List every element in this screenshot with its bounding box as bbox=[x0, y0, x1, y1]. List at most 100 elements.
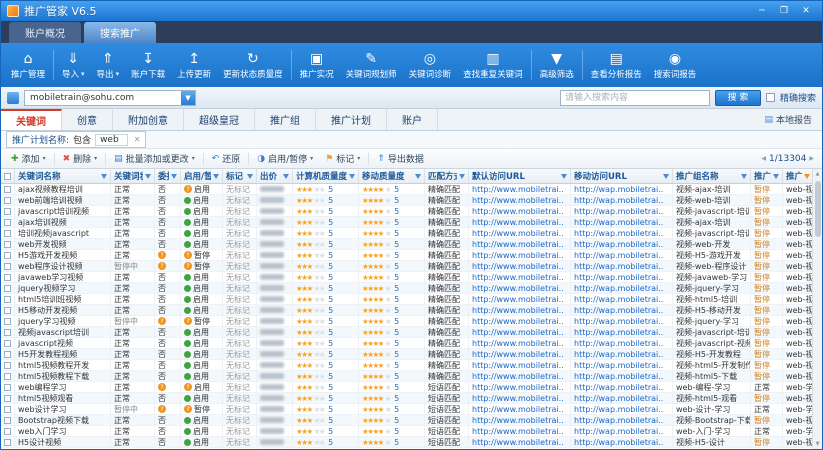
filter-funnel-icon[interactable] bbox=[101, 174, 107, 179]
toolbar-item-analysis-report[interactable]: ▤查看分析报告 bbox=[585, 49, 648, 82]
search-input[interactable] bbox=[560, 90, 710, 106]
section-tab-keywords[interactable]: 关键词 bbox=[1, 109, 62, 130]
filter-funnel-icon[interactable] bbox=[561, 174, 567, 179]
select-all-checkbox[interactable] bbox=[4, 173, 11, 180]
section-tab-campaign[interactable]: 推广计划 bbox=[316, 109, 387, 130]
section-tab-super-crown[interactable]: 超级皇冠 bbox=[184, 109, 255, 130]
toolbar-item-keyword-diagnose[interactable]: ◎关键词诊断 bbox=[403, 49, 458, 82]
row-checkbox[interactable] bbox=[4, 252, 11, 259]
maximize-icon[interactable]: ❐ bbox=[774, 3, 794, 19]
filter-funnel-icon[interactable] bbox=[247, 174, 253, 179]
toolbar-item-upload-update[interactable]: ↥上传更新 bbox=[171, 49, 217, 82]
column-header[interactable]: 推广计划名称 bbox=[783, 169, 814, 183]
action-delete[interactable]: ✖删除▾ bbox=[57, 149, 104, 168]
row-checkbox[interactable] bbox=[4, 197, 11, 204]
nav-tab-account-overview[interactable]: 账户概况 bbox=[9, 22, 81, 43]
row-checkbox[interactable] bbox=[4, 406, 11, 413]
filter-chip[interactable]: 推广计划名称: 包含 web ✕ bbox=[6, 131, 146, 148]
row-checkbox[interactable] bbox=[4, 373, 11, 380]
row-checkbox[interactable] bbox=[4, 417, 11, 424]
filter-funnel-icon[interactable] bbox=[145, 174, 151, 179]
toolbar-item-search-term-report[interactable]: ◉搜索词报告 bbox=[648, 49, 703, 82]
toolbar-item-refresh-quality[interactable]: ↻更新状态质量度 bbox=[217, 49, 289, 82]
action-export-data[interactable]: ⇑导出数据 bbox=[371, 149, 430, 168]
scroll-down-icon[interactable]: ▼ bbox=[816, 439, 820, 449]
row-checkbox[interactable] bbox=[4, 230, 11, 237]
column-header[interactable]: 移动质量度 bbox=[359, 169, 425, 183]
row-checkbox[interactable] bbox=[4, 186, 11, 193]
toolbar-item-manage[interactable]: ⌂推广管理 bbox=[5, 49, 51, 82]
action-toggle[interactable]: ◑启用/暂停▾ bbox=[251, 149, 319, 168]
row-checkbox[interactable] bbox=[4, 384, 11, 391]
column-header[interactable]: 启用/暂停 bbox=[181, 169, 223, 183]
column-header[interactable]: 关键词名称 bbox=[15, 169, 111, 183]
toolbar-item-live-status[interactable]: ▣推广实况 bbox=[294, 49, 340, 82]
toolbar-item-keyword-planner[interactable]: ✎关键词规划师 bbox=[340, 49, 403, 82]
row-checkbox[interactable] bbox=[4, 329, 11, 336]
scroll-up-icon[interactable]: ▲ bbox=[816, 169, 820, 179]
row-checkbox[interactable] bbox=[4, 439, 11, 446]
toolbar-item-find-duplicates[interactable]: ▥查找重复关键词 bbox=[457, 49, 529, 82]
vertical-scrollbar[interactable]: ▲ ▼ bbox=[812, 169, 822, 449]
row-checkbox[interactable] bbox=[4, 395, 11, 402]
row-checkbox[interactable] bbox=[4, 340, 11, 347]
toolbar-item-advanced-filter[interactable]: ▼高级筛选 bbox=[534, 49, 580, 82]
minimize-icon[interactable]: ─ bbox=[752, 3, 772, 19]
scrollbar-thumb[interactable] bbox=[815, 181, 821, 237]
toolbar-item-export[interactable]: ⇑导出▾ bbox=[91, 49, 126, 82]
section-tab-extra-creative[interactable]: 附加创意 bbox=[113, 109, 184, 130]
row-checkbox[interactable] bbox=[4, 274, 11, 281]
row-checkbox[interactable] bbox=[4, 362, 11, 369]
action-add[interactable]: ✚添加▾ bbox=[5, 149, 52, 168]
column-header[interactable]: 移动访问URL bbox=[571, 169, 673, 183]
filter-funnel-icon[interactable] bbox=[741, 174, 747, 179]
toolbar-item-import[interactable]: ⇓导入▾ bbox=[56, 49, 91, 82]
row-checkbox[interactable] bbox=[4, 351, 11, 358]
column-header[interactable]: 标记 bbox=[223, 169, 257, 183]
filter-funnel-icon[interactable] bbox=[415, 174, 421, 179]
section-tab-ad-group[interactable]: 推广组 bbox=[255, 109, 316, 130]
row-checkbox[interactable] bbox=[4, 263, 11, 270]
filter-funnel-icon[interactable] bbox=[283, 174, 289, 179]
close-icon[interactable]: ✕ bbox=[796, 3, 816, 19]
row-checkbox[interactable] bbox=[4, 428, 11, 435]
row-checkbox[interactable] bbox=[4, 296, 11, 303]
column-header[interactable]: 推广组名称 bbox=[673, 169, 751, 183]
search-button[interactable]: 搜 索 bbox=[715, 90, 761, 106]
row-checkbox[interactable] bbox=[4, 241, 11, 248]
action-restore[interactable]: ↶还原 bbox=[206, 149, 247, 168]
column-header[interactable]: 推广组状态 bbox=[751, 169, 783, 183]
filter-funnel-icon[interactable] bbox=[349, 174, 355, 179]
row-checkbox[interactable] bbox=[4, 285, 11, 292]
filter-funnel-icon[interactable] bbox=[804, 174, 810, 179]
filter-value[interactable]: web bbox=[95, 134, 128, 146]
row-checkbox[interactable] bbox=[4, 208, 11, 215]
column-header[interactable]: 匹配方式 bbox=[425, 169, 469, 183]
local-report-link[interactable]: ▤ 本地报告 bbox=[754, 109, 822, 130]
column-header[interactable]: 计算机质量度 bbox=[293, 169, 359, 183]
row-checkbox[interactable] bbox=[4, 219, 11, 226]
filter-funnel-icon[interactable] bbox=[773, 174, 779, 179]
column-header[interactable]: 出价 bbox=[257, 169, 293, 183]
nav-tab-search-promotion[interactable]: 搜索推广 bbox=[84, 22, 156, 43]
cell-group-status: 暂停 bbox=[751, 272, 783, 282]
toolbar-item-account-download[interactable]: ↧账户下载 bbox=[125, 49, 171, 82]
column-header[interactable]: 默认访问URL bbox=[469, 169, 571, 183]
row-checkbox[interactable] bbox=[4, 307, 11, 314]
filter-funnel-icon[interactable] bbox=[171, 174, 177, 179]
exact-search-checkbox[interactable] bbox=[766, 93, 775, 102]
filter-funnel-icon[interactable] bbox=[459, 174, 465, 179]
filter-funnel-icon[interactable] bbox=[213, 174, 219, 179]
section-tab-account[interactable]: 账户 bbox=[387, 109, 438, 130]
row-checkbox[interactable] bbox=[4, 318, 11, 325]
filter-funnel-icon[interactable] bbox=[663, 174, 669, 179]
next-page-icon[interactable]: ▶ bbox=[809, 155, 814, 162]
prev-page-icon[interactable]: ◀ bbox=[761, 155, 766, 162]
remove-filter-icon[interactable]: ✕ bbox=[134, 135, 141, 144]
action-mark[interactable]: ⚑标记▾ bbox=[319, 149, 366, 168]
column-header[interactable]: 关键词状态 bbox=[111, 169, 155, 183]
account-select[interactable]: mobiletrain@sohu.com ▼ bbox=[24, 90, 196, 106]
column-header[interactable]: 委托展现 bbox=[155, 169, 181, 183]
action-bulk-edit[interactable]: ▤批量添加或更改▾ bbox=[108, 149, 201, 168]
section-tab-creative[interactable]: 创意 bbox=[62, 109, 113, 130]
